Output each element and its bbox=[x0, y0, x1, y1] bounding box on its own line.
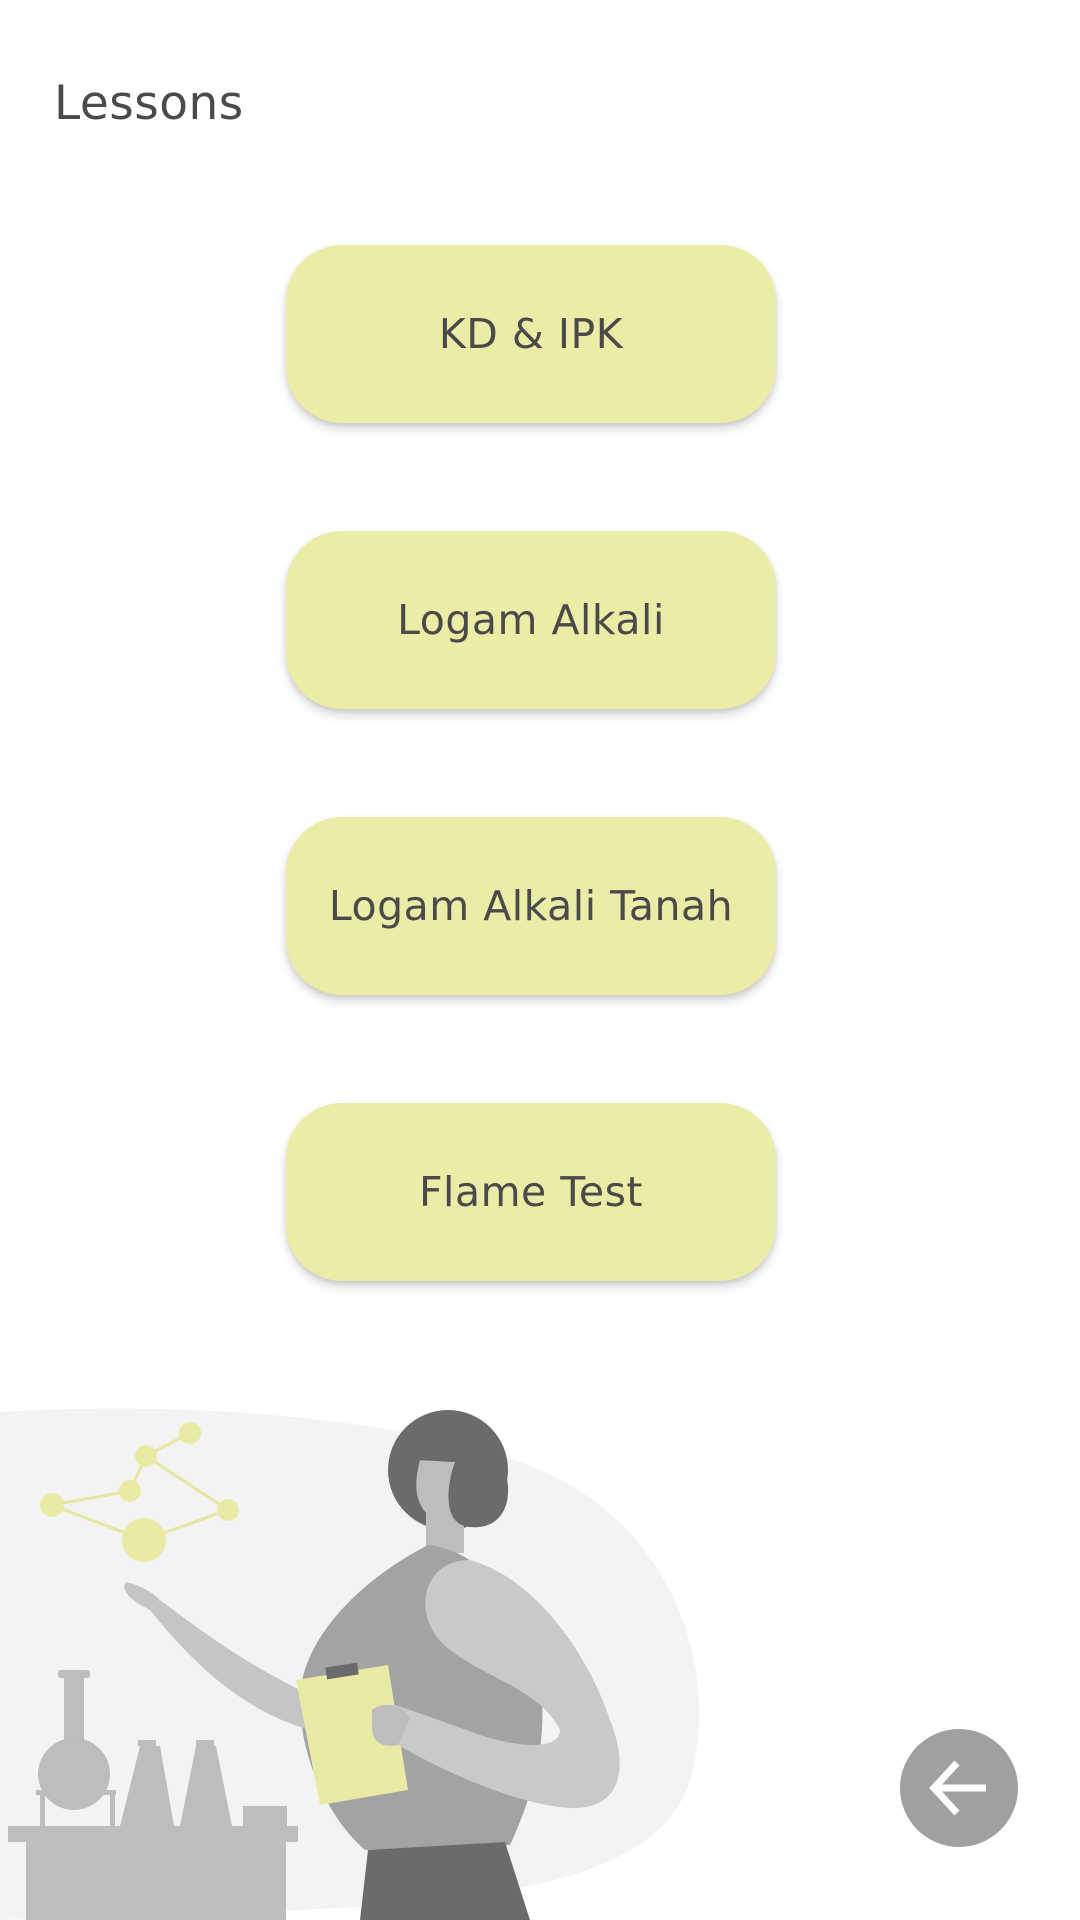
back-button[interactable] bbox=[900, 1729, 1018, 1847]
arrow-left-icon bbox=[929, 1760, 986, 1816]
page-title: Lessons bbox=[54, 76, 244, 131]
lesson-button-flame-test[interactable]: Flame Test bbox=[286, 1103, 776, 1281]
scientist-illustration bbox=[0, 1408, 700, 1920]
lesson-button-logam-alkali-tanah[interactable]: Logam Alkali Tanah bbox=[286, 817, 776, 995]
lesson-button-kd-ipk[interactable]: KD & IPK bbox=[286, 245, 776, 423]
lesson-button-logam-alkali[interactable]: Logam Alkali bbox=[286, 531, 776, 709]
lessons-screen: Lessons KD & IPK Logam Alkali Logam Alka… bbox=[0, 0, 1080, 1920]
